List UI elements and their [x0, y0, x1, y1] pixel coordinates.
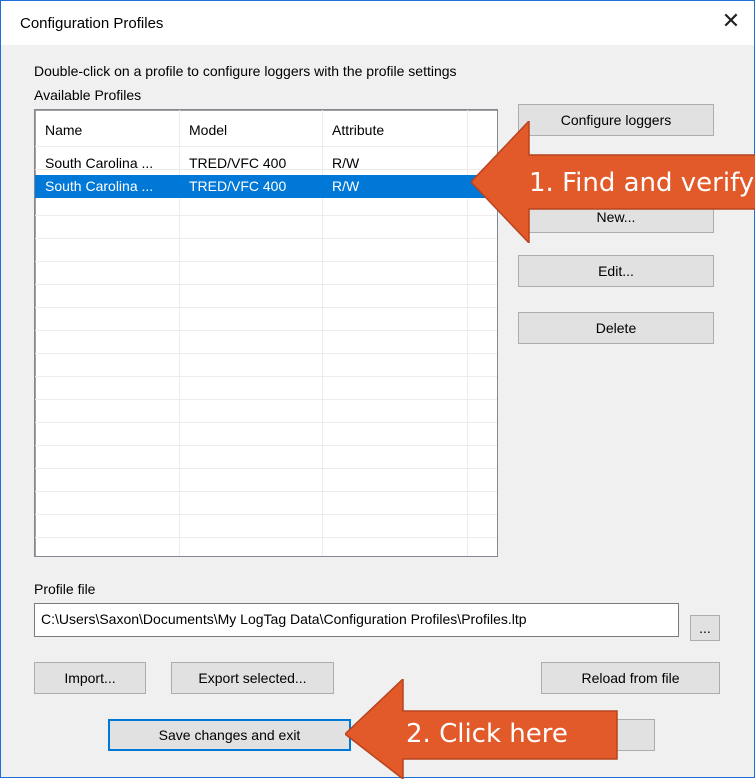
- list-header: Name Model Attribute: [35, 110, 497, 146]
- row-attribute: R/W: [332, 155, 360, 171]
- configuration-profiles-window: Configuration Profiles ✕ Double-click on…: [0, 0, 755, 779]
- table-row[interactable]: South Carolina ... TRED/VFC 400 R/W: [35, 152, 497, 175]
- browse-button[interactable]: ...: [690, 615, 720, 641]
- row-name: South Carolina ...: [45, 155, 154, 171]
- profile-file-label: Profile file: [34, 581, 96, 597]
- available-profiles-label: Available Profiles: [34, 87, 142, 103]
- close-icon[interactable]: ✕: [708, 1, 754, 41]
- row-model: TRED/VFC 400: [189, 155, 287, 171]
- window-title: Configuration Profiles: [20, 15, 164, 32]
- callout-text-2: 2. Click here: [406, 719, 568, 749]
- profile-file-input[interactable]: C:\Users\Saxon\Documents\My LogTag Data\…: [34, 603, 679, 637]
- column-header-attribute[interactable]: Attribute: [332, 122, 384, 138]
- edit-button[interactable]: Edit...: [518, 255, 714, 287]
- export-selected-button[interactable]: Export selected...: [171, 662, 334, 694]
- column-header-model[interactable]: Model: [189, 122, 227, 138]
- row-model: TRED/VFC 400: [189, 178, 287, 194]
- table-row-selected[interactable]: South Carolina ... TRED/VFC 400 R/W: [35, 175, 497, 198]
- row-name: South Carolina ...: [45, 178, 154, 194]
- column-header-name[interactable]: Name: [45, 122, 82, 138]
- save-changes-and-exit-button[interactable]: Save changes and exit: [108, 719, 351, 751]
- profiles-list[interactable]: Name Model Attribute South Carolina ... …: [34, 109, 498, 557]
- delete-button[interactable]: Delete: [518, 312, 714, 344]
- callout-text-1: 1. Find and verify: [529, 168, 755, 198]
- instructions-text: Double-click on a profile to configure l…: [34, 63, 457, 79]
- title-bar: Configuration Profiles ✕: [1, 1, 754, 45]
- import-button[interactable]: Import...: [34, 662, 146, 694]
- row-attribute: R/W: [332, 178, 360, 194]
